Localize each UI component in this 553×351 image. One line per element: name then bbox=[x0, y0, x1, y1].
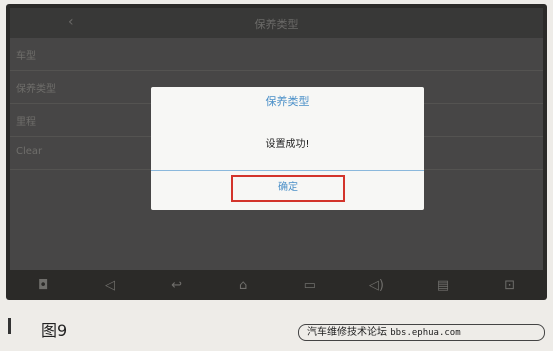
dialog-message: 设置成功! bbox=[265, 139, 310, 150]
screen-title: 保养类型 bbox=[254, 18, 299, 31]
home-icon[interactable]: ⌂ bbox=[231, 278, 255, 293]
settings-row[interactable]: 车型 bbox=[10, 38, 543, 71]
dialog-divider bbox=[151, 170, 424, 171]
settings-row-label: Clear bbox=[16, 146, 43, 157]
volume-down-icon[interactable]: ◁ bbox=[98, 278, 122, 293]
dialog-title: 保养类型 bbox=[265, 95, 310, 108]
apps-icon[interactable]: ▤ bbox=[431, 278, 455, 293]
ok-button[interactable]: 确定 bbox=[231, 175, 345, 202]
settings-row-label: 保养类型 bbox=[16, 84, 56, 95]
figure-marker bbox=[8, 318, 11, 334]
device-frame: ‹ 保养类型 车型 保养类型 里程 Clear 保养类型 设置成功! 确定 ◘ … bbox=[6, 4, 547, 300]
screenshot-icon[interactable]: ◘ bbox=[31, 278, 55, 293]
car-icon[interactable]: ⊡ bbox=[498, 278, 522, 293]
title-bar: ‹ 保养类型 bbox=[10, 8, 543, 38]
watermark-text: 汽车维修技术论坛 bbox=[307, 327, 387, 338]
volume-up-icon[interactable]: ◁) bbox=[364, 278, 388, 293]
figure-label: 图9 bbox=[41, 321, 68, 340]
settings-row-label: 里程 bbox=[16, 117, 36, 128]
settings-row-label: 车型 bbox=[16, 51, 36, 62]
navigation-bar: ◘ ◁ ↩ ⌂ ▭ ◁) ▤ ⊡ bbox=[10, 272, 543, 298]
watermark: 汽车维修技术论坛 bbs.ephua.com bbox=[298, 324, 545, 341]
alert-dialog: 保养类型 设置成功! 确定 bbox=[151, 87, 424, 210]
recents-icon[interactable]: ▭ bbox=[298, 278, 322, 293]
back-icon[interactable]: ↩ bbox=[165, 278, 189, 293]
device-screen: ‹ 保养类型 车型 保养类型 里程 Clear 保养类型 设置成功! 确定 bbox=[10, 8, 543, 270]
watermark-url: bbs.ephua.com bbox=[390, 328, 461, 338]
